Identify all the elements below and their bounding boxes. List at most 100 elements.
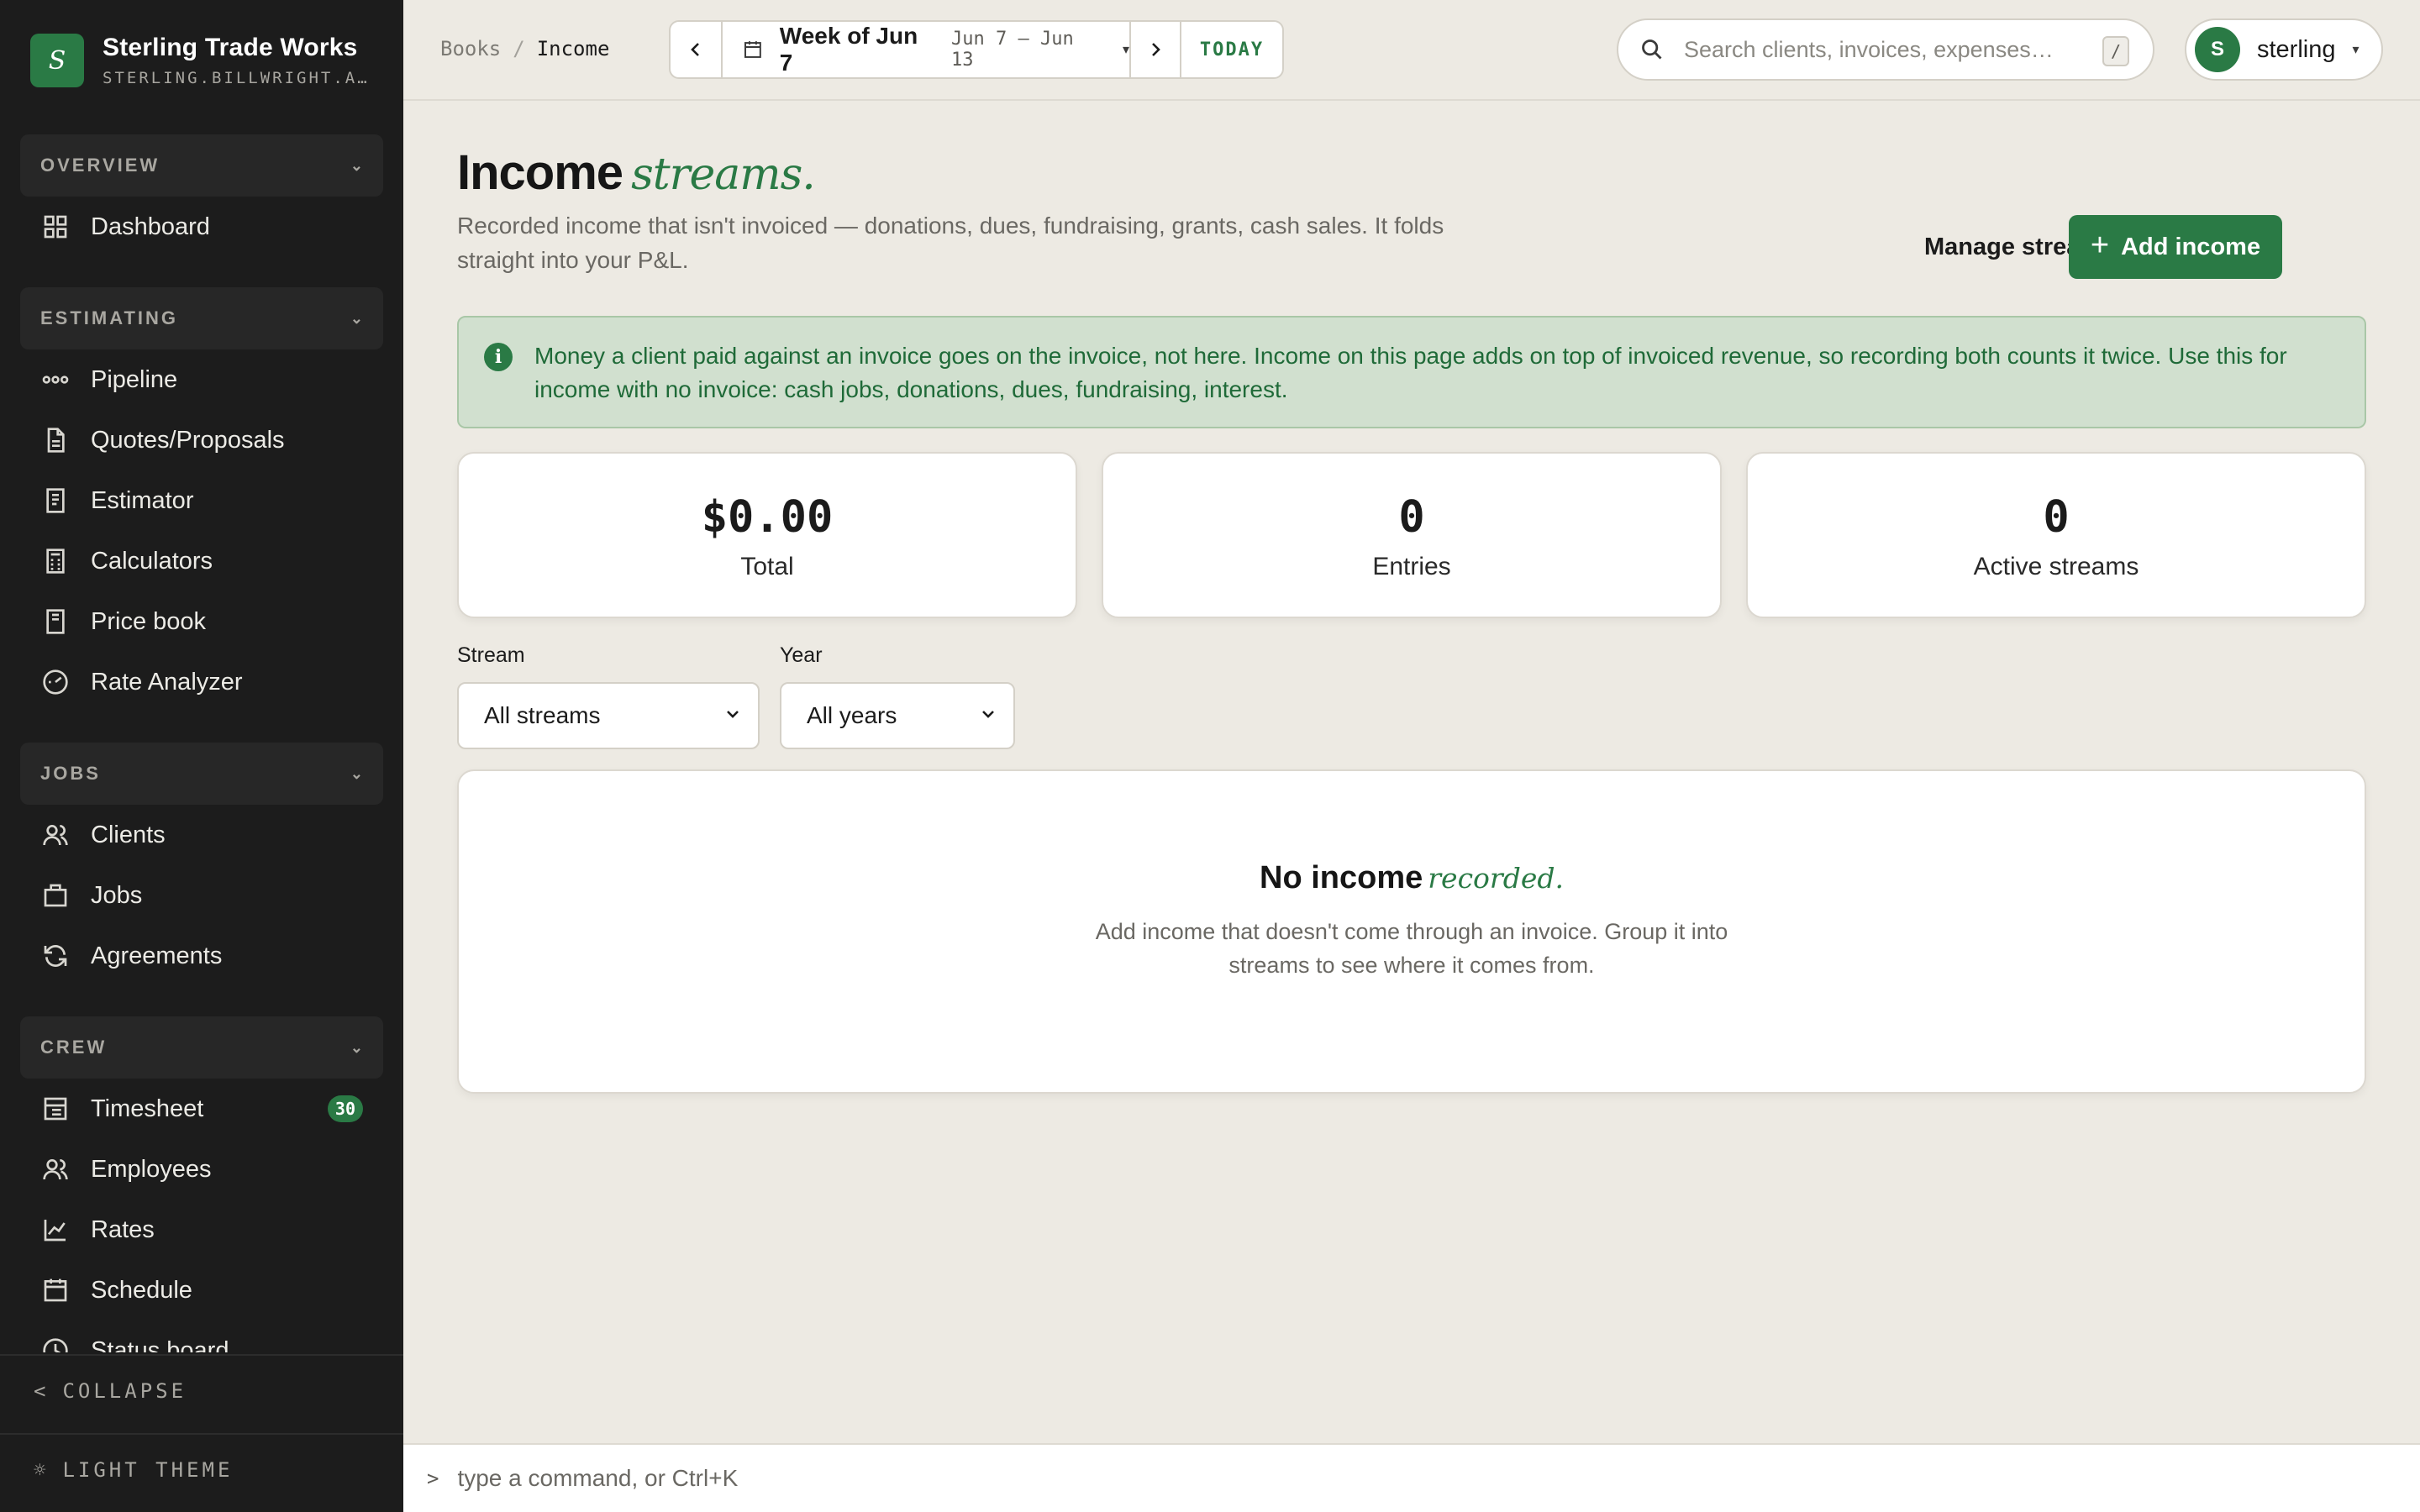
section-estimating[interactable]: ESTIMATING ⌄ — [20, 287, 383, 349]
empty-title-accent: recorded. — [1428, 862, 1564, 895]
chevron-down-icon — [727, 711, 739, 718]
stat-value: $0.00 — [701, 492, 834, 543]
breadcrumb-separator: / — [513, 37, 525, 60]
sidebar-item-calculators[interactable]: Calculators — [0, 531, 403, 591]
stream-select[interactable]: All streams — [457, 682, 760, 749]
sidebar-item-pipeline[interactable]: Pipeline — [0, 349, 403, 410]
today-button[interactable]: TODAY — [1181, 22, 1282, 77]
sidebar: S Sterling Trade Works STERLING.BILLWRIG… — [0, 0, 403, 1512]
stat-label: Total — [740, 553, 794, 580]
week-label: Week of Jun 7 — [779, 23, 918, 76]
section-title: JOBS — [40, 763, 101, 784]
chevron-down-icon: ⌄ — [350, 764, 363, 782]
chevron-right-icon — [1152, 43, 1160, 56]
command-prompt: > — [427, 1467, 439, 1490]
stat-label: Active streams — [1973, 553, 2139, 580]
command-input[interactable]: type a command, or Ctrl+K — [457, 1465, 738, 1492]
sidebar-item-label: Jobs — [91, 881, 143, 909]
chart-icon — [42, 1216, 69, 1243]
sidebar-item-clients[interactable]: Clients — [0, 805, 403, 865]
sidebar-item-label: Quotes/Proposals — [91, 426, 285, 454]
stat-value: 0 — [1398, 492, 1425, 543]
sidebar-item-rates[interactable]: Rates — [0, 1200, 403, 1260]
user-menu[interactable]: S sterling ▾ — [2185, 18, 2383, 81]
sidebar-item-status-board[interactable]: Status board — [0, 1320, 403, 1352]
stream-select-value: All streams — [484, 702, 601, 728]
stat-card-total: $0.00 Total — [457, 452, 1077, 618]
sidebar-item-label: Employees — [91, 1155, 212, 1183]
gauge-icon — [42, 669, 69, 696]
timesheet-count-badge: 30 — [327, 1095, 363, 1122]
pipeline-icon — [42, 366, 69, 393]
stat-card-entries: 0 Entries — [1102, 452, 1722, 618]
sidebar-item-quotes[interactable]: Quotes/Proposals — [0, 410, 403, 470]
document-icon — [42, 427, 69, 454]
receipt-icon — [42, 487, 69, 514]
empty-body: Add income that doesn't come through an … — [1095, 919, 1728, 978]
avatar: S — [2195, 27, 2240, 72]
week-picker: Week of Jun 7 Jun 7 – Jun 13 ▾ TODAY — [669, 20, 1284, 79]
sidebar-item-employees[interactable]: Employees — [0, 1139, 403, 1200]
collapse-label: COLLAPSE — [62, 1379, 187, 1403]
sidebar-item-label: Rate Analyzer — [91, 668, 243, 696]
brand-logo: S — [30, 34, 84, 87]
sidebar-item-rate-analyzer[interactable]: Rate Analyzer — [0, 652, 403, 712]
search-input[interactable]: Search clients, invoices, expenses… / — [1617, 18, 2154, 81]
breadcrumb: Books / Income — [440, 37, 609, 60]
plus-icon: + — [2090, 227, 2110, 263]
calendar-icon — [744, 41, 761, 58]
refresh-icon — [42, 942, 69, 969]
empty-title: No income recorded. — [459, 860, 2365, 896]
week-selector[interactable]: Week of Jun 7 Jun 7 – Jun 13 ▾ — [723, 22, 1129, 77]
users-icon — [42, 822, 69, 848]
brand[interactable]: S Sterling Trade Works STERLING.BILLWRIG… — [30, 34, 370, 87]
breadcrumb-books[interactable]: Books — [440, 37, 501, 60]
sidebar-item-label: Status board — [91, 1336, 229, 1353]
divider — [0, 1354, 403, 1356]
sidebar-item-label: Rates — [91, 1215, 155, 1243]
sidebar-item-agreements[interactable]: Agreements — [0, 926, 403, 986]
briefcase-icon — [42, 882, 69, 909]
section-crew[interactable]: CREW ⌄ — [20, 1016, 383, 1079]
stream-filter-label: Stream — [457, 643, 525, 667]
section-overview[interactable]: OVERVIEW ⌄ — [20, 134, 383, 197]
section-jobs[interactable]: JOBS ⌄ — [20, 743, 383, 805]
add-income-button[interactable]: + Add income — [2069, 215, 2282, 279]
sidebar-item-label: Schedule — [91, 1276, 192, 1304]
collapse-button[interactable]: < COLLAPSE — [34, 1379, 187, 1403]
page-title-text: Income — [457, 145, 623, 200]
sidebar-item-jobs[interactable]: Jobs — [0, 865, 403, 926]
sidebar-item-price-book[interactable]: Price book — [0, 591, 403, 652]
chevron-down-icon: ▾ — [1122, 43, 1129, 57]
year-select-value: All years — [807, 702, 897, 728]
brand-domain: STERLING.BILLWRIGHT.A… — [103, 69, 370, 87]
command-bar[interactable]: > type a command, or Ctrl+K — [403, 1443, 2420, 1512]
sidebar-item-label: Dashboard — [91, 213, 210, 240]
sidebar-nav: OVERVIEW ⌄ Dashboard ESTIMATING ⌄ Pipeli… — [0, 134, 403, 1352]
search-icon — [1642, 39, 1662, 60]
info-alert: i Money a client paid against an invoice… — [457, 316, 2366, 428]
prev-week-button[interactable] — [671, 22, 723, 77]
year-select[interactable]: All years — [780, 682, 1015, 749]
chevron-down-icon: ⌄ — [350, 309, 363, 327]
sidebar-item-schedule[interactable]: Schedule — [0, 1260, 403, 1320]
chevron-down-icon: ⌄ — [350, 1038, 363, 1056]
calculator-icon — [42, 548, 69, 575]
sun-icon: ☼ — [34, 1458, 46, 1482]
search-placeholder: Search clients, invoices, expenses… — [1684, 36, 2054, 62]
add-income-label: Add income — [2121, 233, 2261, 260]
clock-icon — [42, 1337, 69, 1352]
next-week-button[interactable] — [1129, 22, 1181, 77]
page-subtitle: Recorded income that isn't invoiced — do… — [457, 213, 1444, 273]
book-icon — [42, 608, 69, 635]
sidebar-item-label: Timesheet — [91, 1095, 204, 1122]
sidebar-item-estimator[interactable]: Estimator — [0, 470, 403, 531]
sidebar-item-label: Calculators — [91, 547, 213, 575]
sidebar-item-dashboard[interactable]: Dashboard — [0, 197, 403, 257]
stat-label: Entries — [1372, 553, 1451, 580]
theme-toggle[interactable]: ☼ LIGHT THEME — [34, 1458, 233, 1482]
section-title: CREW — [40, 1037, 108, 1058]
stat-value: 0 — [2043, 492, 2070, 543]
sidebar-item-label: Clients — [91, 821, 166, 848]
sidebar-item-timesheet[interactable]: Timesheet 30 — [0, 1079, 403, 1139]
